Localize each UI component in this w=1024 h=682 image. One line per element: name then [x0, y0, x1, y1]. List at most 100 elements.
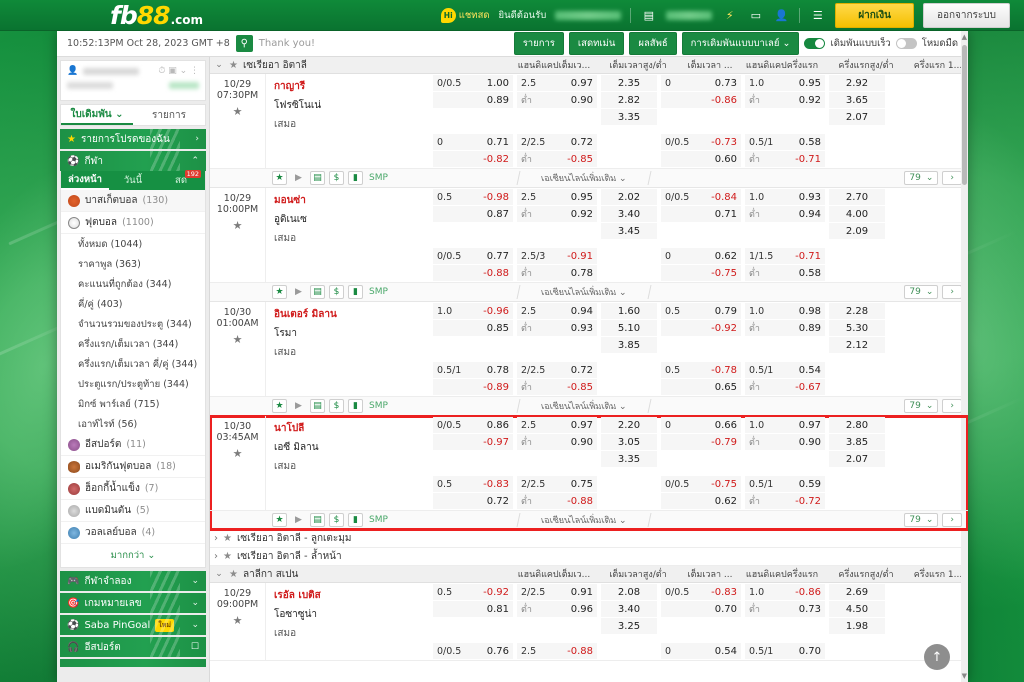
cash-icon[interactable]: ▭	[747, 7, 764, 24]
stats-icon[interactable]: ▤	[310, 171, 325, 185]
odds-cell[interactable]: 2.5 0.95	[517, 189, 597, 205]
odds-cell[interactable]: 2/2.5 0.72	[517, 362, 597, 378]
draw-label[interactable]: เสมอ	[274, 626, 431, 641]
odds-cell[interactable]: 0 0.73	[661, 75, 741, 91]
star-icon[interactable]: ★	[223, 533, 232, 544]
odds-cell[interactable]: 0 0.62	[661, 248, 741, 264]
sidebar-subitem-odd-even[interactable]: คี่/คู่ (403)	[61, 294, 205, 314]
odds-cell[interactable]: 2.09	[829, 223, 885, 239]
odds-cell[interactable]: 1.60	[601, 303, 657, 319]
star-icon[interactable]: ★	[272, 171, 287, 185]
site-logo[interactable]: fb 88 .com	[110, 1, 203, 30]
odds-cell[interactable]: -0.89	[433, 379, 513, 395]
odds-cell[interactable]: 0.70	[661, 601, 741, 617]
more-asian-lines-button[interactable]: เอเชียนไลน์เพิ่มเติม ⌄	[516, 399, 651, 413]
odds-cell[interactable]: 2.5 0.97	[517, 417, 597, 433]
odds-cell[interactable]: 3.25	[601, 618, 657, 634]
odds-cell[interactable]: 2.02	[601, 189, 657, 205]
search-icon[interactable]: ⚲	[235, 35, 253, 52]
odds-cell[interactable]: -0.86	[661, 92, 741, 108]
odds-cell[interactable]: 3.40	[601, 601, 657, 617]
odds-cell[interactable]: 0.5/1 0.59	[745, 476, 825, 492]
star-icon[interactable]: ★	[210, 614, 265, 627]
odds-cell[interactable]: 2/2.5 0.91	[517, 584, 597, 600]
odds-cell[interactable]: 4.50	[829, 601, 885, 617]
lightning-icon[interactable]: ⚡	[721, 7, 738, 24]
odds-cell[interactable]: 2.07	[829, 451, 885, 467]
chart-icon[interactable]: ▮	[348, 171, 363, 185]
more-asian-lines-button[interactable]: เอเชียนไลน์เพิ่มเติม ⌄	[516, 513, 651, 527]
odds-cell[interactable]: 0/0.5 -0.73	[661, 134, 741, 150]
odds-cell[interactable]: ต่ำ 0.92	[517, 206, 597, 222]
odds-cell[interactable]: 5.30	[829, 320, 885, 336]
sidebar-item-esports-section[interactable]: 🎧 อีสปอร์ต ☐	[60, 637, 206, 657]
league-header-offside[interactable]: › ★ เซเรียอา อิตาลี - ล้ำหน้า	[210, 548, 968, 566]
match-row[interactable]: 10/29 10:00PM ★ มอนซ่า อูดิเนเซ เสมอ 0.5…	[210, 188, 968, 283]
odds-cell[interactable]: 0/0.5 -0.83	[661, 584, 741, 600]
play-icon[interactable]: ▶	[291, 285, 306, 299]
odds-cell[interactable]: 2.5 -0.88	[517, 643, 597, 659]
chart-icon[interactable]: ▮	[348, 399, 363, 413]
odds-cell[interactable]: 0/0.5 0.86	[433, 417, 513, 433]
away-team[interactable]: โอซาซูน่า	[274, 607, 431, 622]
odds-cell[interactable]: 0/0.5 0.77	[433, 248, 513, 264]
sidebar-item-ice-hockey[interactable]: ฮ็อกกี้น้ำแข็ง (7)	[61, 478, 205, 500]
odds-cell[interactable]: 0.81	[433, 601, 513, 617]
vertical-scrollbar[interactable]: ▲ ▼	[961, 31, 968, 682]
odds-cell[interactable]: 1.98	[829, 618, 885, 634]
odds-cell[interactable]: 2.92	[829, 75, 885, 91]
odds-cell[interactable]: 0.5 0.79	[661, 303, 741, 319]
account-icons[interactable]: ⏱ ▣ ⌄ ⋮	[158, 66, 199, 76]
odds-cell[interactable]: ต่ำ 0.90	[745, 434, 825, 450]
more-asian-lines-button[interactable]: เอเชียนไลน์เพิ่มเติม ⌄	[516, 285, 651, 299]
quick-bet-toggle[interactable]	[804, 38, 826, 49]
sidebar-subitem-pool[interactable]: ราคาพูล (363)	[61, 254, 205, 274]
league-header-corners[interactable]: › ★ เซเรียอา อิตาลี - ลูกเตะมุม	[210, 530, 968, 548]
odds-cell[interactable]: 2.69	[829, 584, 885, 600]
sidebar-item-esports[interactable]: อีสปอร์ต (11)	[61, 434, 205, 456]
odds-cell[interactable]: 0/0.5 1.00	[433, 75, 513, 91]
odds-cell[interactable]: 0.60	[661, 151, 741, 167]
star-icon[interactable]: ★	[210, 447, 265, 460]
statement-button[interactable]: เสดทเม่น	[568, 32, 625, 55]
home-team[interactable]: นาโปลี	[274, 421, 431, 436]
dollar-icon[interactable]: $	[329, 399, 344, 413]
odds-cell[interactable]: ต่ำ -0.71	[745, 151, 825, 167]
match-row[interactable]: 10/29 09:00PM ★ เรอัล เบติส โอซาซูน่า เส…	[210, 583, 968, 661]
odds-cell[interactable]: 1.0 0.98	[745, 303, 825, 319]
sidebar-subitem-outright[interactable]: เอาท์ไรท์ (56)	[61, 414, 205, 434]
sidebar-item-virtual-sports[interactable]: 🎮 กีฬาจำลอง ⌄	[60, 571, 206, 591]
away-team[interactable]: อูดิเนเซ	[274, 212, 431, 227]
page-size-select[interactable]: 79 ⌄	[904, 285, 939, 299]
dollar-icon[interactable]: $	[329, 285, 344, 299]
odds-cell[interactable]: 0.87	[433, 206, 513, 222]
list-icon[interactable]: ☰	[809, 7, 826, 24]
home-team[interactable]: มอนซ่า	[274, 193, 431, 208]
sidebar-subitem-mix-parlay[interactable]: มิกซ์ พาร์เลย์ (715)	[61, 394, 205, 414]
odds-cell[interactable]: ต่ำ 0.96	[517, 601, 597, 617]
user-icon[interactable]: 👤	[773, 7, 790, 24]
scroll-down-arrow[interactable]: ▼	[962, 672, 967, 680]
sidebar-item-favorites[interactable]: ★ รายการโปรดของฉัน ›	[60, 129, 206, 149]
smp-label[interactable]: SMP	[369, 287, 388, 297]
dark-mode-toggle[interactable]	[895, 38, 917, 49]
odds-cell[interactable]: 0.65	[661, 379, 741, 395]
odds-cell[interactable]: ต่ำ 0.93	[517, 320, 597, 336]
odds-cell[interactable]: ต่ำ -0.72	[745, 493, 825, 509]
odds-cell[interactable]: 0 0.66	[661, 417, 741, 433]
odds-cell[interactable]: 0.5 -0.92	[433, 584, 513, 600]
odds-cell[interactable]: 1.0 -0.86	[745, 584, 825, 600]
draw-label[interactable]: เสมอ	[274, 345, 431, 360]
stats-icon[interactable]: ▤	[310, 513, 325, 527]
league-header-laliga[interactable]: ⌄ ★ ลาลีกา สเปน แฮนดิแคปเต็มเว... เต็มเว…	[210, 566, 968, 583]
odds-cell[interactable]: 2/2.5 0.75	[517, 476, 597, 492]
star-icon[interactable]: ★	[272, 399, 287, 413]
odds-cell[interactable]: 3.35	[601, 109, 657, 125]
scroll-up-arrow[interactable]: ▲	[962, 33, 967, 41]
odds-cell[interactable]: 0.62	[661, 493, 741, 509]
odds-cell[interactable]: 0 0.71	[433, 134, 513, 150]
stats-icon[interactable]: ▤	[310, 399, 325, 413]
odds-cell[interactable]: 0.89	[433, 92, 513, 108]
odds-cell[interactable]: 0.5/1 0.58	[745, 134, 825, 150]
odds-cell[interactable]: ต่ำ -0.85	[517, 151, 597, 167]
